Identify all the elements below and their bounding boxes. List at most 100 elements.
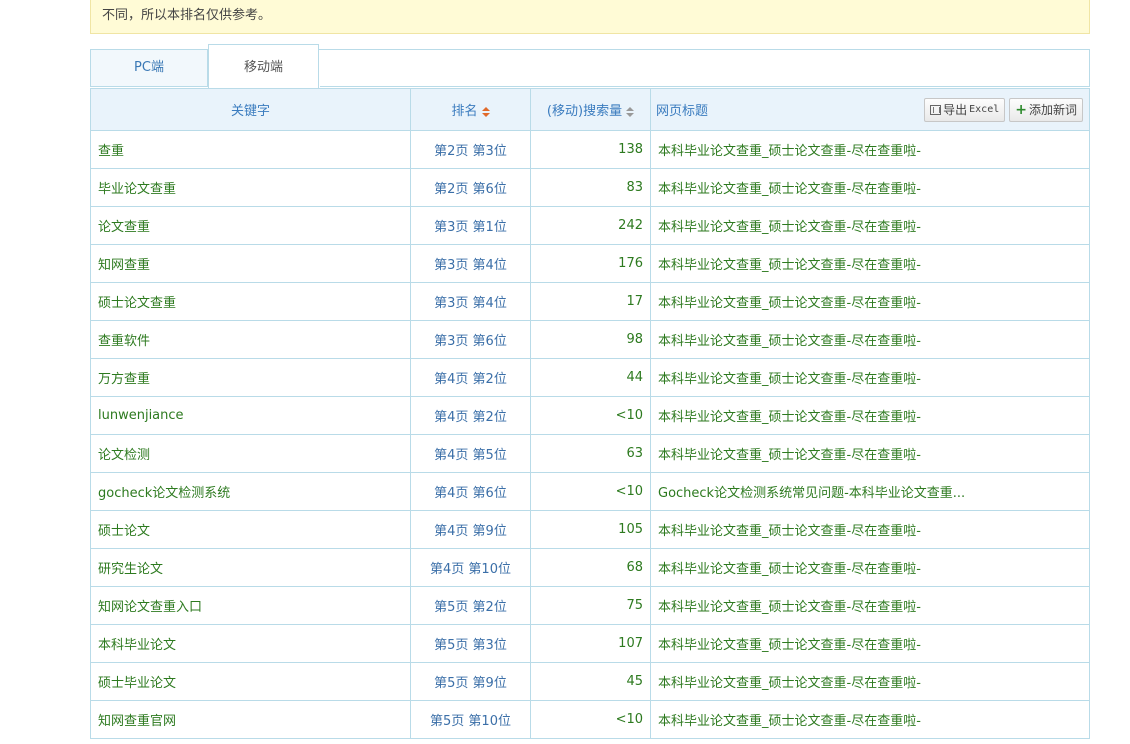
rank-cell: 第3页 第4位 [410,244,531,283]
title-link[interactable]: 本科毕业论文查重_硕士论文查重-尽在查重啦- [658,144,921,159]
title-link[interactable]: 本科毕业论文查重_硕士论文查重-尽在查重啦- [658,182,921,197]
header-volume-label: (移动)搜索量 [546,104,623,119]
rank-cell: 第5页 第2位 [410,586,531,625]
rank-cell: 第5页 第10位 [410,700,531,739]
title-cell: 本科毕业论文查重_硕士论文查重-尽在查重啦- [650,434,1090,473]
rank-cell: 第5页 第3位 [410,624,531,663]
keyword-link[interactable]: 研究生论文 [98,562,163,577]
keyword-link[interactable]: 万方查重 [98,372,150,387]
title-link[interactable]: 本科毕业论文查重_硕士论文查重-尽在查重啦- [658,258,921,273]
table-row: 硕士论文查重 第3页 第4位 17 本科毕业论文查重_硕士论文查重-尽在查重啦- [90,282,1090,321]
keyword-link[interactable]: 查重软件 [98,334,150,349]
volume-cell: 98 [530,320,651,359]
add-keyword-button[interactable]: + 添加新词 [1009,98,1083,122]
table-row: 硕士论文 第4页 第9位 105 本科毕业论文查重_硕士论文查重-尽在查重啦- [90,510,1090,549]
keyword-cell: 硕士论文 [90,510,411,549]
volume-cell: 75 [530,586,651,625]
tab-pc[interactable]: PC端 [91,50,208,87]
rank-cell: 第4页 第6位 [410,472,531,511]
notice-text: 不同，所以本排名仅供参考。 [102,8,272,23]
rank-cell: 第3页 第4位 [410,282,531,321]
notice-banner: 不同，所以本排名仅供参考。 [90,0,1090,34]
header-rank-label: 排名 [451,104,478,119]
title-cell: 本科毕业论文查重_硕士论文查重-尽在查重啦- [650,700,1090,739]
keyword-link[interactable]: 硕士论文 [98,524,150,539]
title-link[interactable]: 本科毕业论文查重_硕士论文查重-尽在查重啦- [658,410,921,425]
table-row: 硕士毕业论文 第5页 第9位 45 本科毕业论文查重_硕士论文查重-尽在查重啦- [90,662,1090,701]
title-cell: 本科毕业论文查重_硕士论文查重-尽在查重啦- [650,206,1090,245]
keyword-link[interactable]: 硕士毕业论文 [98,676,176,691]
header-title: 网页标题 导出 Excel + 添加新词 [650,88,1090,131]
rank-cell: 第4页 第10位 [410,548,531,587]
title-link[interactable]: 本科毕业论文查重_硕士论文查重-尽在查重啦- [658,220,921,235]
volume-cell: <10 [530,700,651,739]
header-title-label: 网页标题 [656,104,709,119]
keyword-link[interactable]: lunwenjiance [98,408,184,423]
table-row: 论文检测 第4页 第5位 63 本科毕业论文查重_硕士论文查重-尽在查重啦- [90,434,1090,473]
keyword-link[interactable]: 知网论文查重入口 [98,600,202,615]
keyword-link[interactable]: 知网查重官网 [98,714,176,729]
tab-bar-line [320,86,1089,87]
title-link[interactable]: 本科毕业论文查重_硕士论文查重-尽在查重啦- [658,562,921,577]
tab-mobile[interactable]: 移动端 [208,44,319,88]
keyword-cell: 硕士论文查重 [90,282,411,321]
title-link[interactable]: 本科毕业论文查重_硕士论文查重-尽在查重啦- [658,524,921,539]
title-link[interactable]: 本科毕业论文查重_硕士论文查重-尽在查重啦- [658,334,921,349]
table-row: 查重软件 第3页 第6位 98 本科毕业论文查重_硕士论文查重-尽在查重啦- [90,320,1090,359]
table-row: 毕业论文查重 第2页 第6位 83 本科毕业论文查重_硕士论文查重-尽在查重啦- [90,168,1090,207]
title-cell: 本科毕业论文查重_硕士论文查重-尽在查重啦- [650,662,1090,701]
export-excel-button[interactable]: 导出 Excel [924,98,1006,122]
header-rank-sort[interactable]: 排名 [410,88,531,131]
volume-cell: 45 [530,662,651,701]
volume-cell: 17 [530,282,651,321]
keyword-link[interactable]: 论文查重 [98,220,150,235]
volume-cell: <10 [530,396,651,435]
table-row: 万方查重 第4页 第2位 44 本科毕业论文查重_硕士论文查重-尽在查重啦- [90,358,1090,397]
volume-cell: 68 [530,548,651,587]
title-cell: 本科毕业论文查重_硕士论文查重-尽在查重啦- [650,396,1090,435]
rank-cell: 第2页 第6位 [410,168,531,207]
table-header-row: 关键字 排名 (移动)搜索量 网页标题 导出 Excel + 添加新词 [90,88,1090,131]
keyword-cell: 研究生论文 [90,548,411,587]
table-row: gocheck论文检测系统 第4页 第6位 <10 Gocheck论文检测系统常见问题… [90,472,1090,511]
device-tabs: PC端 移动端 [90,44,1090,88]
keyword-link[interactable]: 论文检测 [98,448,150,463]
table-row: 论文查重 第3页 第1位 242 本科毕业论文查重_硕士论文查重-尽在查重啦- [90,206,1090,245]
sort-arrows-icon [626,106,635,117]
table-row: lunwenjiance 第4页 第2位 <10 本科毕业论文查重_硕士论文查重-尽在… [90,396,1090,435]
title-link[interactable]: 本科毕业论文查重_硕士论文查重-尽在查重啦- [658,600,921,615]
keyword-link[interactable]: 本科毕业论文 [98,638,176,653]
add-label: 添加新词 [1028,103,1077,117]
keyword-cell: 论文查重 [90,206,411,245]
keyword-cell: 知网论文查重入口 [90,586,411,625]
title-cell: 本科毕业论文查重_硕士论文查重-尽在查重啦- [650,510,1090,549]
title-link[interactable]: 本科毕业论文查重_硕士论文查重-尽在查重啦- [658,372,921,387]
keyword-link[interactable]: 毕业论文查重 [98,182,176,197]
title-link[interactable]: 本科毕业论文查重_硕士论文查重-尽在查重啦- [658,296,921,311]
header-volume-sort[interactable]: (移动)搜索量 [530,88,651,131]
keyword-cell: 硕士毕业论文 [90,662,411,701]
title-cell: 本科毕业论文查重_硕士论文查重-尽在查重啦- [650,168,1090,207]
keyword-link[interactable]: 硕士论文查重 [98,296,176,311]
keyword-cell: 万方查重 [90,358,411,397]
export-suffix: Excel [969,104,1000,115]
title-link[interactable]: Gocheck论文检测系统常见问题-本科毕业论文查重... [658,486,965,501]
rank-cell: 第4页 第5位 [410,434,531,473]
rank-cell: 第4页 第2位 [410,396,531,435]
volume-cell: 44 [530,358,651,397]
keyword-link[interactable]: gocheck论文检测系统 [98,486,230,501]
keyword-link[interactable]: 知网查重 [98,258,150,273]
keyword-cell: 知网查重 [90,244,411,283]
rank-cell: 第5页 第9位 [410,662,531,701]
title-cell: 本科毕业论文查重_硕士论文查重-尽在查重啦- [650,548,1090,587]
header-actions: 导出 Excel + 添加新词 [924,98,1083,122]
title-link[interactable]: 本科毕业论文查重_硕士论文查重-尽在查重啦- [658,448,921,463]
rank-cell: 第4页 第2位 [410,358,531,397]
title-link[interactable]: 本科毕业论文查重_硕士论文查重-尽在查重啦- [658,676,921,691]
title-link[interactable]: 本科毕业论文查重_硕士论文查重-尽在查重啦- [658,638,921,653]
title-cell: Gocheck论文检测系统常见问题-本科毕业论文查重... [650,472,1090,511]
keyword-link[interactable]: 查重 [98,144,124,159]
title-link[interactable]: 本科毕业论文查重_硕士论文查重-尽在查重啦- [658,714,921,729]
volume-cell: 107 [530,624,651,663]
keyword-cell: 知网查重官网 [90,700,411,739]
